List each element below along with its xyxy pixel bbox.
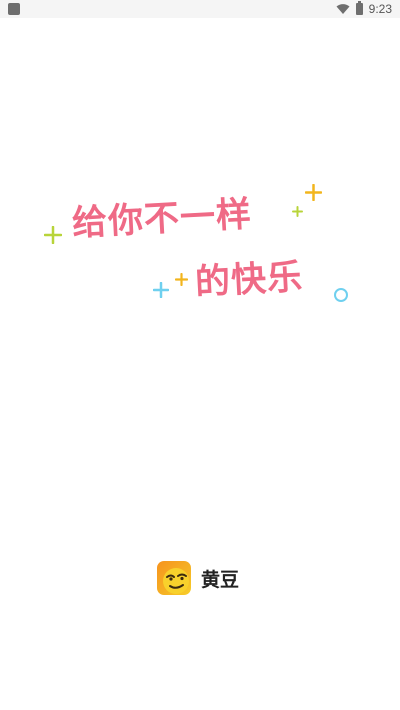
plus-small-green-icon [292, 206, 303, 217]
plus-small-yellow-icon [175, 273, 188, 286]
slogan-line-2: 的快乐 [194, 257, 305, 303]
status-right-group: 9:23 [336, 0, 392, 18]
status-time: 9:23 [368, 2, 392, 16]
app-notification-icon [8, 3, 20, 15]
slogan-line-1: 给你不一样 [71, 194, 253, 244]
circle-blue-icon [334, 288, 348, 302]
brand-name: 黄豆 [201, 568, 240, 591]
status-bar: 9:23 [0, 0, 400, 18]
wifi-icon [336, 3, 350, 15]
plus-green-icon [44, 226, 62, 244]
plus-yellow-icon [305, 184, 322, 201]
brand-footer: 黄豆 [157, 560, 239, 596]
battery-icon [355, 1, 363, 15]
splash-screen: 9:23 给你不一样 的快乐 黄豆 [0, 0, 400, 710]
plus-blue-icon [153, 282, 169, 298]
smirk-face-icon [157, 561, 191, 595]
